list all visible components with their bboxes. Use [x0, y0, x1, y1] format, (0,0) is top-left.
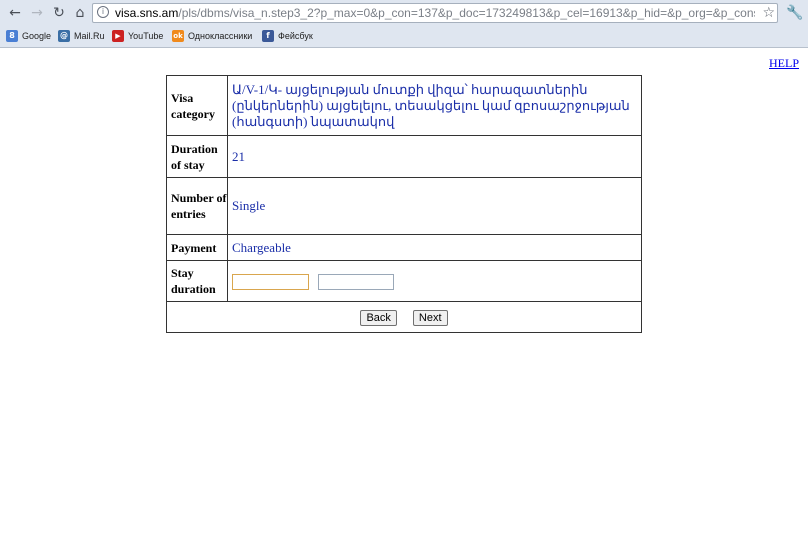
- table-row: Duration of stay 21: [166, 135, 642, 178]
- next-button[interactable]: Next: [412, 310, 448, 327]
- home-icon[interactable]: ⌂: [71, 4, 89, 22]
- url-text[interactable]: visa.sns.am/pls/dbms/visa_n.step3_2?p_ma…: [115, 4, 755, 22]
- help-link[interactable]: HELP: [769, 56, 799, 71]
- browser-chrome: ← → ↻ ⌂ i visa.sns.am/pls/dbms/visa_n.st…: [0, 0, 808, 48]
- payment-label: Payment: [166, 234, 228, 261]
- payment-value: Chargeable: [227, 234, 642, 261]
- stay-from-input[interactable]: [232, 273, 309, 290]
- table-row: Visa category Ա/V-1/Կ- այցելության մուտք…: [166, 75, 642, 136]
- bookmark-star-icon[interactable]: ☆: [762, 4, 775, 22]
- bookmark-google[interactable]: 8 Google: [6, 28, 51, 44]
- stay-duration-inputs: [227, 260, 642, 302]
- back-arrow-icon[interactable]: ←: [6, 4, 24, 22]
- reload-icon[interactable]: ↻: [50, 4, 68, 22]
- visa-category-label: Visa category: [166, 75, 228, 136]
- number-of-entries-value: Single: [227, 177, 642, 235]
- bookmarks-bar: 8 Google @ Mail.Ru ▶ YouTube ok Одноклас…: [0, 27, 808, 45]
- bookmark-youtube[interactable]: ▶ YouTube: [112, 28, 163, 44]
- url-host: visa.sns.am: [115, 6, 179, 20]
- mailru-icon: @: [58, 30, 70, 42]
- duration-of-stay-label: Duration of stay: [166, 135, 228, 178]
- youtube-icon: ▶: [112, 30, 124, 42]
- bookmark-label: Google: [22, 31, 52, 41]
- address-bar[interactable]: i visa.sns.am/pls/dbms/visa_n.step3_2?p_…: [92, 3, 778, 23]
- table-row: Payment Chargeable: [166, 234, 642, 261]
- bookmark-label: YouTube: [128, 31, 164, 41]
- facebook-icon: f: [262, 30, 274, 42]
- bookmark-label: Одноклассники: [188, 31, 253, 41]
- number-of-entries-label: Number of entries: [166, 177, 228, 235]
- forward-arrow-icon[interactable]: →: [28, 4, 46, 22]
- bookmark-odnoklassniki[interactable]: ok Одноклассники: [172, 28, 252, 44]
- wrench-icon[interactable]: 🔧: [786, 4, 803, 22]
- table-row: Number of entries Single: [166, 177, 642, 235]
- bookmark-mailru[interactable]: @ Mail.Ru: [58, 28, 105, 44]
- duration-of-stay-value: 21: [227, 135, 642, 178]
- bookmark-facebook[interactable]: f Фейсбук: [262, 28, 313, 44]
- bookmark-label: Mail.Ru: [74, 31, 105, 41]
- google-icon: 8: [6, 30, 18, 42]
- page-info-icon[interactable]: i: [97, 6, 109, 18]
- stay-to-input[interactable]: [318, 273, 395, 290]
- url-path: /pls/dbms/visa_n.step3_2?p_max=0&p_con=1…: [178, 6, 755, 20]
- bookmark-label: Фейсбук: [278, 31, 313, 41]
- odnoklassniki-icon: ok: [172, 30, 184, 42]
- form-actions: Back Next: [166, 301, 642, 333]
- stay-duration-label: Stay duration: [166, 260, 228, 302]
- table-row: Back Next: [166, 301, 642, 333]
- table-row: Stay duration: [166, 260, 642, 302]
- visa-details-table: Visa category Ա/V-1/Կ- այցելության մուտք…: [166, 75, 642, 333]
- back-button[interactable]: Back: [360, 310, 397, 327]
- visa-category-value: Ա/V-1/Կ- այցելության մուտքի վիզա՝ հարազա…: [227, 75, 642, 136]
